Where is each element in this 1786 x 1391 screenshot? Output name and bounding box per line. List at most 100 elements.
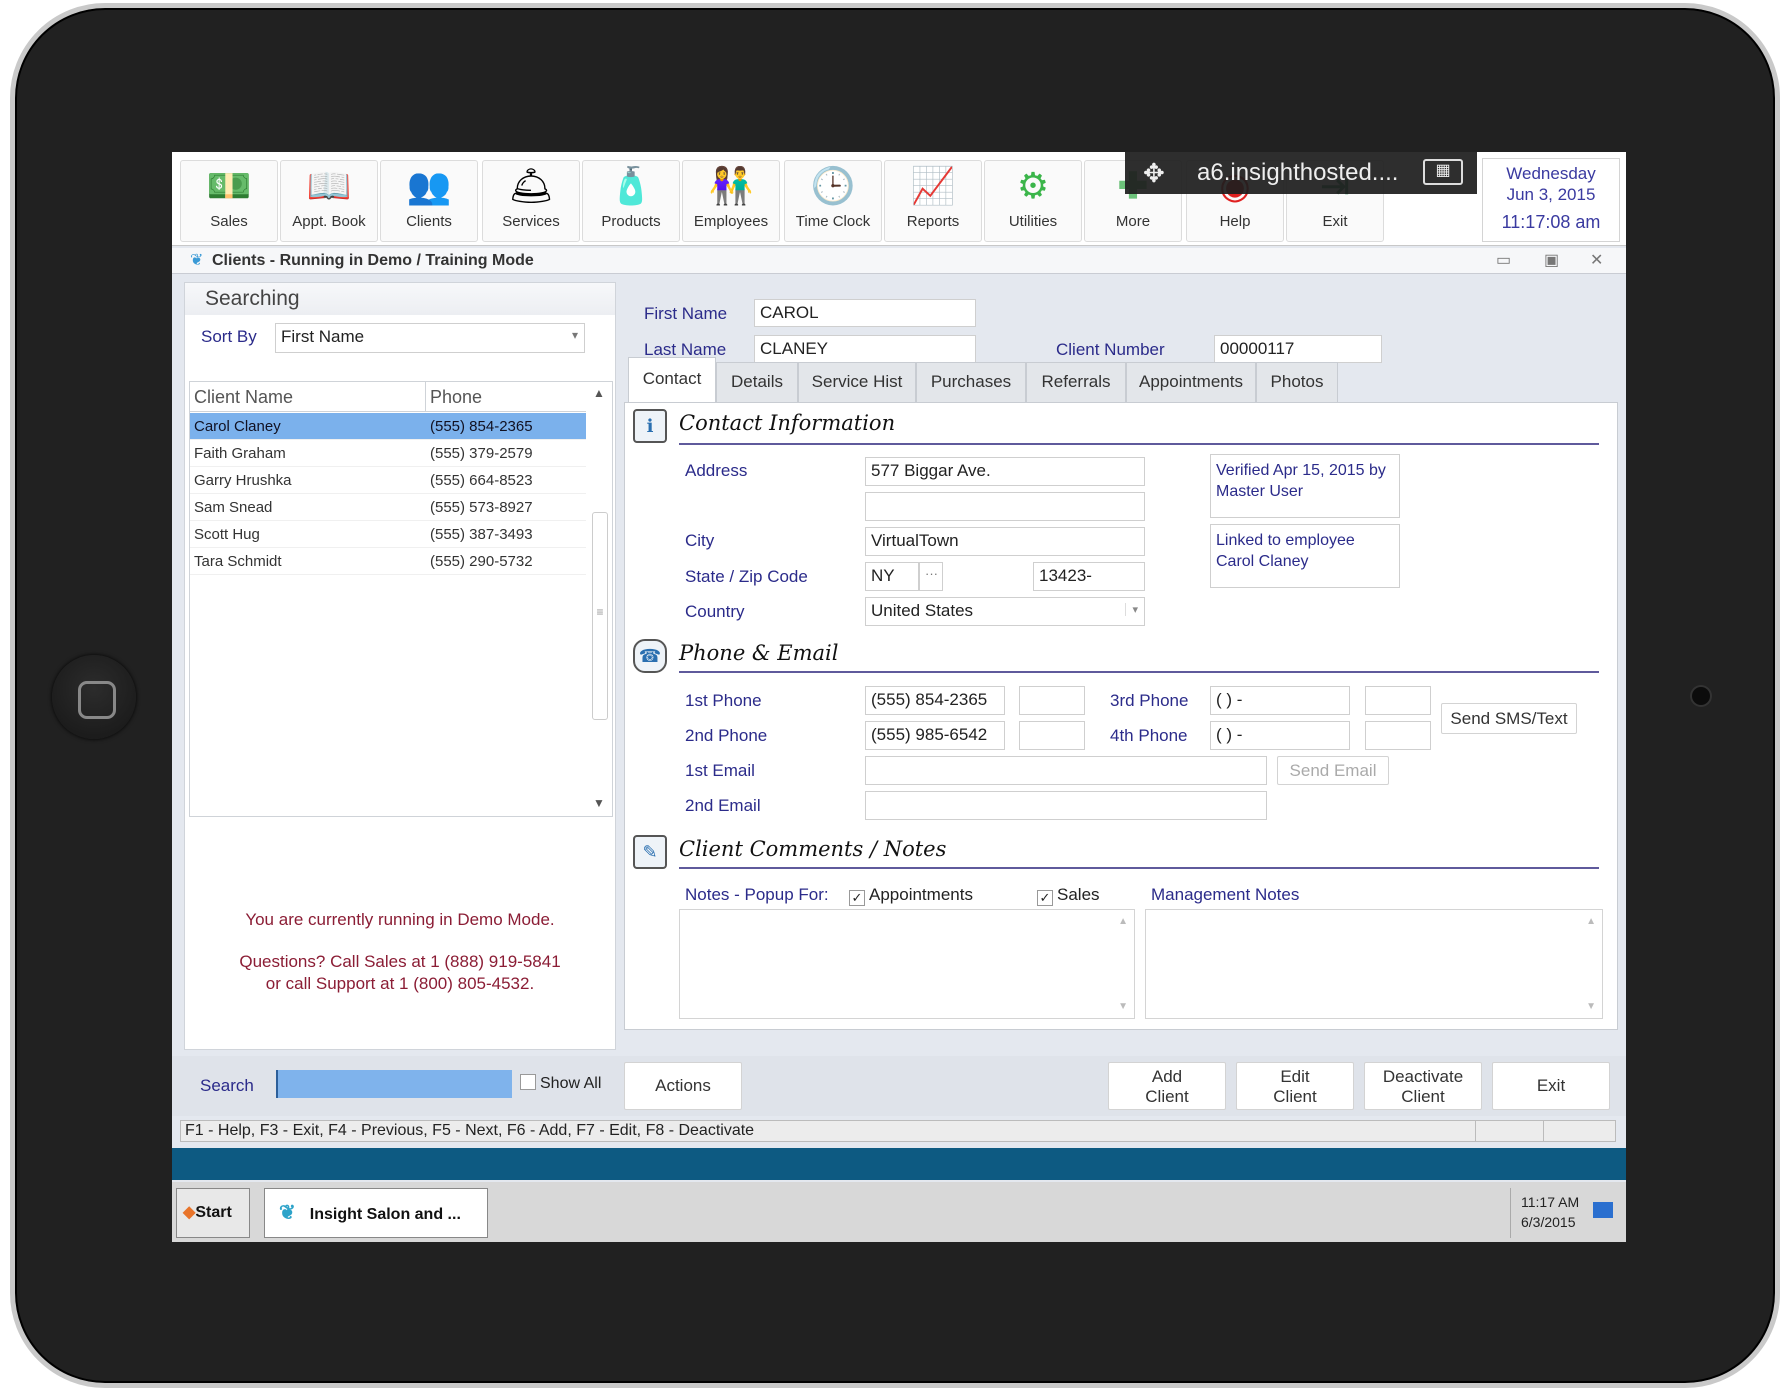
deactivate-client-button[interactable]: Deactivate Client [1364,1062,1482,1110]
phone4-ext-field[interactable] [1365,721,1431,750]
email2-field[interactable] [865,791,1267,820]
toolbar-employees[interactable]: 👫 Employees [682,160,780,242]
toolbar-clients[interactable]: 👥 Clients [380,160,478,242]
state-lookup-button[interactable]: ··· [919,562,943,591]
support-contact: or call Support at 1 (800) 805-4532. [265,974,535,993]
client-row[interactable]: Faith Graham (555) 379-2579 [190,440,586,467]
search-input[interactable] [276,1070,512,1098]
state-field[interactable]: NY [865,562,919,591]
send-email-button[interactable]: Send Email [1277,756,1389,785]
toolbar-sales[interactable]: 💵 Sales [180,160,278,242]
checkbox-box[interactable] [520,1074,536,1090]
client-number-field[interactable]: 00000117 [1214,335,1382,363]
column-client-name[interactable]: Client Name [190,382,426,412]
show-desktop-icon[interactable] [1593,1202,1613,1218]
email1-field[interactable] [865,756,1267,785]
chart-icon: 📈 [910,165,956,206]
move-icon[interactable]: ✥ [1143,152,1165,194]
toolbar-appt-book[interactable]: 📖 Appt. Book [280,160,378,242]
list-scrollbar[interactable]: ▲ ≡ ▼ [588,382,610,816]
scroll-thumb[interactable]: ≡ [592,512,608,720]
tab-appointments[interactable]: Appointments [1126,362,1256,402]
appointments-checkbox[interactable]: ✓ Appointments [849,885,973,906]
scroll-up-icon[interactable]: ▲ [593,386,605,400]
restore-icon[interactable]: ▣ [1544,250,1559,270]
phone1-ext-field[interactable] [1019,686,1085,715]
scroll-down-icon[interactable]: ▼ [593,796,605,810]
country-select[interactable]: United States ▾ [865,597,1145,626]
send-sms-button[interactable]: Send SMS/Text [1441,703,1577,734]
start-button[interactable]: ◆Start [176,1188,250,1238]
column-phone[interactable]: Phone [426,382,586,412]
city-field[interactable]: VirtualTown [865,527,1145,556]
keyboard-icon[interactable]: ▦ [1423,159,1463,185]
client-row[interactable]: Tara Schmidt (555) 290-5732 [190,548,586,575]
actions-button[interactable]: Actions [624,1062,742,1110]
last-name-field[interactable]: CLANEY [754,335,976,363]
client-row[interactable]: Scott Hug (555) 387-3493 [190,521,586,548]
address-line1-field[interactable]: 577 Biggar Ave. [865,457,1145,486]
status-bar: F1 - Help, F3 - Exit, F4 - Previous, F5 … [180,1120,1616,1142]
phone1-field[interactable]: (555) 854-2365 [865,686,1005,715]
address-line2-field[interactable] [865,492,1145,521]
tab-referrals[interactable]: Referrals [1026,362,1126,402]
first-name-field[interactable]: CAROL [754,299,976,327]
phone4-field[interactable]: ( ) - [1210,721,1350,750]
gears-icon: ⚙ [1016,165,1050,206]
tab-purchases[interactable]: Purchases [916,362,1026,402]
client-phone: (555) 290-5732 [430,553,533,570]
toolbar-services[interactable]: 🛎 Services [482,160,580,242]
scroll-down-icon[interactable]: ▼ [1586,1001,1596,1012]
zip-field[interactable]: 13423- [1033,562,1145,591]
client-notes-textarea[interactable]: ▲ ▼ [679,909,1135,1019]
sort-by-select[interactable]: First Name ▾ [275,323,585,353]
sales-contact: Questions? Call Sales at 1 (888) 919-584… [239,952,561,971]
tab-contact[interactable]: Contact [628,357,716,403]
phone2-field[interactable]: (555) 985-6542 [865,721,1005,750]
tab-service-hist[interactable]: Service Hist [798,362,916,402]
client-row[interactable]: Garry Hrushka (555) 664-8523 [190,467,586,494]
taskbar: ◆Start ❦ Insight Salon and ... 11:17 AM 6… [172,1182,1626,1242]
toolbar-time-clock[interactable]: 🕒 Time Clock [784,160,882,242]
scroll-down-icon[interactable]: ▼ [1118,1001,1128,1012]
scroll-up-icon[interactable]: ▲ [1586,916,1596,927]
client-name: Carol Claney [194,418,281,435]
book-icon: 📖 [306,165,352,206]
check-icon[interactable]: ✓ [1037,890,1053,906]
phone3-ext-field[interactable] [1365,686,1431,715]
toolbar-utilities[interactable]: ⚙ Utilities [984,160,1082,242]
add-client-button[interactable]: Add Client [1108,1062,1226,1110]
client-row[interactable]: Carol Claney (555) 854-2365 [190,413,586,440]
edit-client-button[interactable]: Edit Client [1236,1062,1354,1110]
phone-email-section-title: Phone & Email [679,641,839,665]
phone3-field[interactable]: ( ) - [1210,686,1350,715]
taskbar-app-insight[interactable]: ❦ Insight Salon and ... [264,1188,488,1238]
toolbar-reports[interactable]: 📈 Reports [884,160,982,242]
status-pane [1475,1121,1543,1141]
employees-icon: 👫 [708,165,754,206]
phone3-label: 3rd Phone [1110,691,1189,710]
chevron-down-icon[interactable]: ▾ [572,328,578,342]
home-button[interactable] [52,655,136,739]
remote-session-bar[interactable]: ✥ a6.insighthosted.... ▦ [1125,152,1477,194]
show-all-checkbox[interactable]: Show All [520,1074,601,1093]
linked-employee-info: Linked to employee Carol Claney [1210,524,1400,588]
toolbar-products[interactable]: 🧴 Products [582,160,680,242]
status-pane [1543,1121,1615,1141]
close-icon[interactable]: ✕ [1590,250,1603,270]
tab-details[interactable]: Details [716,362,798,402]
sales-checkbox[interactable]: ✓ Sales [1037,885,1100,906]
client-name: Faith Graham [194,445,286,462]
time: 11:17:08 am [1501,212,1601,232]
desktop-strip [172,1148,1626,1180]
client-row[interactable]: Sam Snead (555) 573-8927 [190,494,586,521]
system-clock[interactable]: 11:17 AM 6/3/2015 [1510,1188,1622,1238]
minimize-icon[interactable]: ▭ [1496,250,1511,270]
tab-photos[interactable]: Photos [1256,362,1338,402]
management-notes-textarea[interactable]: ▲ ▼ [1145,909,1603,1019]
phone2-ext-field[interactable] [1019,721,1085,750]
exit-button[interactable]: Exit [1492,1062,1610,1110]
check-icon[interactable]: ✓ [849,890,865,906]
chevron-down-icon[interactable]: ▾ [1125,603,1138,616]
scroll-up-icon[interactable]: ▲ [1118,916,1128,927]
